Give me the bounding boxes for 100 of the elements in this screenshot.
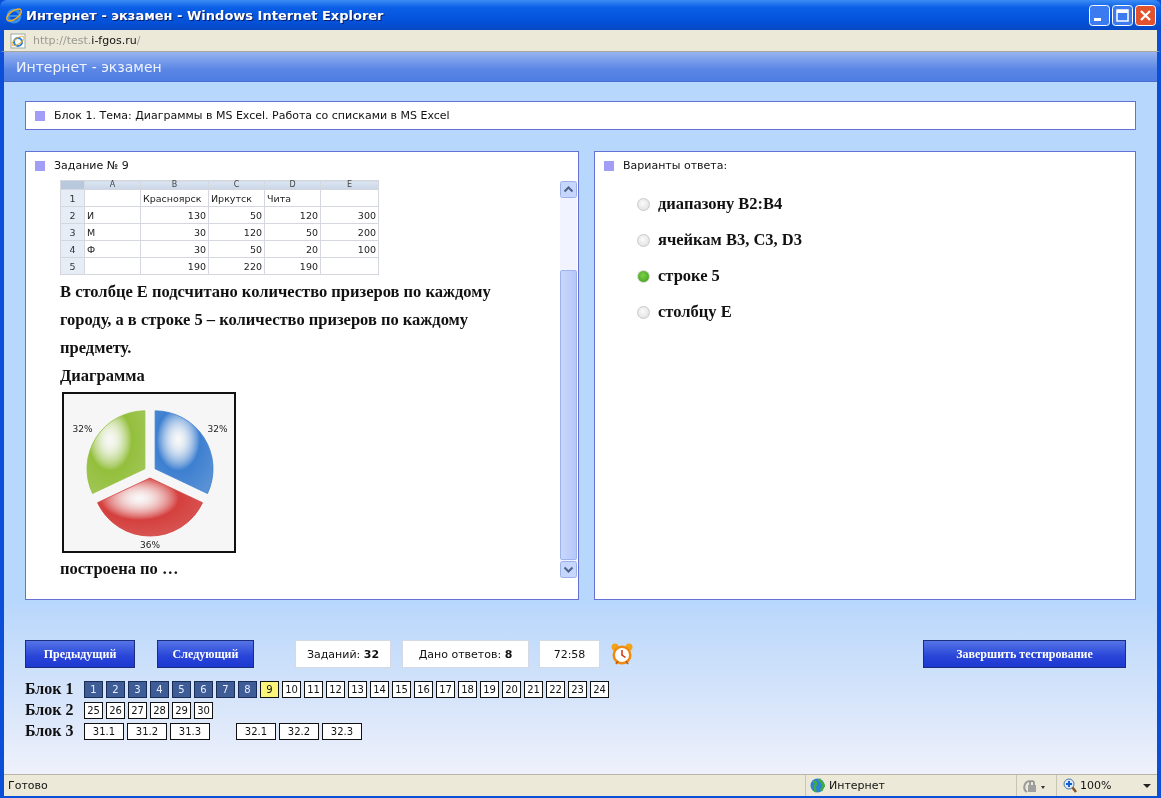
dropdown-arrow-icon[interactable] bbox=[1142, 781, 1153, 790]
question-number[interactable]: 8 bbox=[238, 680, 257, 698]
page-title: Интернет - экзамен bbox=[16, 58, 162, 75]
question-number[interactable]: 30 bbox=[194, 701, 213, 719]
question-number[interactable]: 3 bbox=[128, 680, 147, 698]
question-number[interactable]: 15 bbox=[392, 680, 411, 698]
question-number[interactable]: 5 bbox=[172, 680, 191, 698]
question-text: Диаграмма bbox=[60, 365, 146, 387]
question-number[interactable]: 21 bbox=[524, 680, 543, 698]
radio-button[interactable] bbox=[637, 269, 650, 283]
panel-title: Задание № 9 bbox=[54, 159, 129, 172]
column-header: C bbox=[208, 180, 265, 190]
block-label: Блок 3 bbox=[25, 722, 75, 740]
scrollbar[interactable] bbox=[560, 181, 577, 578]
sheet-cell: 190 bbox=[140, 257, 209, 275]
question-number[interactable]: 10 bbox=[282, 680, 301, 698]
sheet-cell: Красноярск bbox=[140, 189, 209, 207]
question-number[interactable]: 12 bbox=[326, 680, 345, 698]
question-number[interactable]: 32.2 bbox=[279, 722, 319, 740]
column-header: E bbox=[320, 180, 379, 190]
next-button[interactable]: Следующий bbox=[157, 640, 254, 668]
question-number[interactable]: 19 bbox=[480, 680, 499, 698]
question-number[interactable]: 31.3 bbox=[170, 722, 210, 740]
minimize-button[interactable] bbox=[1089, 4, 1110, 26]
lock-icon[interactable] bbox=[1022, 777, 1048, 794]
sheet-cell: 200 bbox=[320, 223, 379, 241]
question-number[interactable]: 9 bbox=[260, 680, 279, 698]
scroll-up-button[interactable] bbox=[560, 181, 577, 198]
sheet-cell: 50 bbox=[208, 206, 265, 224]
counter-box: Заданий: 32 bbox=[295, 640, 391, 668]
question-number[interactable]: 4 bbox=[150, 680, 169, 698]
sheet-cell: И bbox=[84, 206, 141, 224]
question-number[interactable]: 31.1 bbox=[84, 722, 124, 740]
question-text: В столбце Е подсчитано количество призеров по каждому городу, а в строке 5 – количество призеров по каждому предмету. bbox=[60, 281, 492, 359]
previous-button[interactable]: Предыдущий bbox=[25, 640, 135, 668]
question-number[interactable]: 2 bbox=[106, 680, 125, 698]
data-label: 36% bbox=[140, 539, 160, 550]
globe-icon bbox=[810, 778, 825, 793]
question-number[interactable]: 7 bbox=[216, 680, 235, 698]
alarm-clock-icon bbox=[610, 642, 634, 666]
sheet-cell: 30 bbox=[140, 223, 209, 241]
topic-title: Блок 1. Тема: Диаграммы в MS Excel. Работа со списками в MS Excel bbox=[54, 109, 450, 122]
answer-option[interactable]: столбцу E bbox=[658, 302, 732, 322]
question-number[interactable]: 13 bbox=[348, 680, 367, 698]
scroll-thumb[interactable] bbox=[560, 270, 577, 560]
column-header: A bbox=[84, 180, 141, 190]
answer-option[interactable]: диапазону B2:B4 bbox=[658, 194, 783, 214]
sheet-cell: 100 bbox=[320, 240, 379, 258]
data-label: 32% bbox=[207, 423, 228, 434]
finish-button[interactable]: Завершить тестирование bbox=[923, 640, 1126, 668]
question-number[interactable]: 27 bbox=[128, 701, 147, 719]
sheet-cell: 20 bbox=[264, 240, 321, 258]
zoom-icon[interactable] bbox=[1063, 778, 1077, 793]
sheet-cell: 50 bbox=[208, 240, 265, 258]
radio-button[interactable] bbox=[637, 197, 650, 211]
sheet-cell: Иркутск bbox=[208, 189, 265, 207]
bullet-icon bbox=[604, 160, 614, 171]
question-number[interactable]: 20 bbox=[502, 680, 521, 698]
question-number[interactable]: 32.1 bbox=[236, 722, 276, 740]
question-number[interactable]: 25 bbox=[84, 701, 103, 719]
question-number[interactable]: 18 bbox=[458, 680, 477, 698]
sheet-cell: 30 bbox=[140, 240, 209, 258]
address-text[interactable]: http://test.i-fgos.ru/ bbox=[33, 34, 141, 47]
column-header: B bbox=[140, 180, 209, 190]
question-number[interactable]: 11 bbox=[304, 680, 323, 698]
question-number[interactable]: 22 bbox=[546, 680, 565, 698]
question-number[interactable]: 1 bbox=[84, 680, 103, 698]
page-icon bbox=[10, 32, 26, 49]
question-number[interactable]: 16 bbox=[414, 680, 433, 698]
bullet-icon bbox=[35, 160, 45, 171]
window-title: Интернет - экзамен - Windows Internet Explorer bbox=[26, 7, 384, 23]
answer-option[interactable]: ячейкам B3, C3, D3 bbox=[658, 230, 803, 250]
zoom-level[interactable]: 100% bbox=[1080, 779, 1112, 792]
question-text: построена по … bbox=[60, 558, 180, 580]
question-number[interactable]: 23 bbox=[568, 680, 587, 698]
sheet-cell: Чита bbox=[264, 189, 321, 207]
question-number[interactable]: 29 bbox=[172, 701, 191, 719]
data-label: 32% bbox=[72, 423, 93, 434]
question-number[interactable]: 26 bbox=[106, 701, 125, 719]
status-text: Готово bbox=[7, 779, 48, 792]
block-label: Блок 2 bbox=[25, 701, 75, 719]
question-number[interactable]: 14 bbox=[370, 680, 389, 698]
radio-button[interactable] bbox=[637, 305, 650, 319]
question-number[interactable]: 31.2 bbox=[127, 722, 167, 740]
question-number[interactable]: 28 bbox=[150, 701, 169, 719]
bullet-icon bbox=[35, 110, 45, 121]
sheet-cell: Ф bbox=[84, 240, 141, 258]
panel-title: Варианты ответа: bbox=[623, 159, 728, 172]
question-number[interactable]: 6 bbox=[194, 680, 213, 698]
timer-box: 72:58 bbox=[539, 640, 600, 668]
question-number[interactable]: 24 bbox=[590, 680, 609, 698]
radio-button[interactable] bbox=[637, 233, 650, 247]
answer-option[interactable]: строке 5 bbox=[658, 266, 720, 286]
maximize-button[interactable] bbox=[1112, 4, 1133, 26]
question-number[interactable]: 32.3 bbox=[322, 722, 362, 740]
column-header: D bbox=[264, 180, 321, 190]
scroll-down-button[interactable] bbox=[560, 561, 577, 578]
close-button[interactable] bbox=[1135, 4, 1156, 26]
question-number[interactable]: 17 bbox=[436, 680, 455, 698]
sheet-cell: 120 bbox=[208, 223, 265, 241]
